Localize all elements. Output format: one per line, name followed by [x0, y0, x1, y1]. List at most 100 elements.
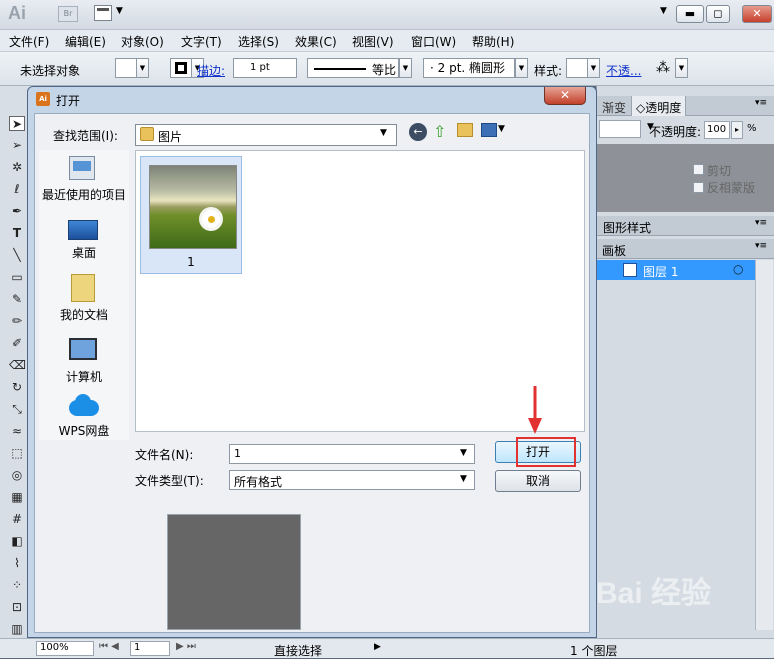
- fill-dropdown[interactable]: ▼: [136, 58, 149, 78]
- layers-menu-icon[interactable]: ▾≡: [755, 241, 767, 251]
- dialog-titlebar: Ai 打开 ✕: [28, 87, 596, 111]
- view-menu-icon[interactable]: [481, 123, 497, 137]
- tab-transparency[interactable]: ◇透明度: [631, 96, 687, 116]
- tab-graphic-styles[interactable]: 图形样式: [603, 219, 651, 236]
- symbol-sprayer-tool-icon[interactable]: ⁘: [9, 578, 25, 593]
- direct-selection-tool-icon[interactable]: ➢: [9, 138, 25, 153]
- stroke-weight-field[interactable]: 1 pt: [233, 58, 297, 78]
- layer-name[interactable]: 图层 1: [643, 263, 678, 280]
- minimize-button[interactable]: ▬: [676, 5, 704, 23]
- style-swatch[interactable]: [566, 58, 588, 78]
- artboard-select[interactable]: 1: [130, 641, 170, 656]
- magic-wand-icon[interactable]: ⁂: [656, 60, 670, 76]
- maximize-button[interactable]: ◻: [706, 5, 730, 23]
- profile-dropdown[interactable]: ▼: [399, 58, 412, 78]
- stroke-label-link[interactable]: 描边:: [197, 62, 225, 79]
- red-arrow-annotation: [528, 386, 542, 434]
- tab-artboards[interactable]: 画板: [602, 242, 626, 259]
- dialog-body: 查找范围(I): 图片 ▼ ← ⇧ ▼ 最近使用的项目 桌面 我的文档 计算机 …: [34, 113, 590, 633]
- opacity-dropdown[interactable]: ▸: [731, 121, 743, 139]
- variable-width-profile[interactable]: 等比: [307, 58, 399, 78]
- warp-tool-icon[interactable]: ≈: [9, 424, 25, 439]
- workspace-switcher-icon[interactable]: [94, 5, 112, 21]
- selection-tool-icon[interactable]: ➤: [9, 116, 25, 131]
- menu-select[interactable]: 选择(S): [238, 33, 279, 50]
- fill-swatch[interactable]: [115, 58, 137, 78]
- graphic-styles-menu-icon[interactable]: ▾≡: [755, 218, 767, 228]
- panel-menu-icon[interactable]: ▾≡: [755, 98, 767, 108]
- rotate-tool-icon[interactable]: ↻: [9, 380, 25, 395]
- layers-scrollbar[interactable]: [755, 260, 773, 630]
- eyedropper-tool-icon[interactable]: ⌇: [9, 556, 25, 571]
- free-transform-tool-icon[interactable]: ⬚: [9, 446, 25, 461]
- scale-tool-icon[interactable]: ⤡: [9, 402, 25, 417]
- tab-gradient[interactable]: 渐变: [602, 99, 626, 116]
- place-desktop[interactable]: 桌面: [39, 212, 129, 264]
- filetype-dropdown-icon[interactable]: ▼: [460, 474, 467, 484]
- layer-thumbnail: [623, 263, 637, 277]
- layer-target-icon[interactable]: ○: [733, 262, 743, 276]
- next-artboard-icon[interactable]: ▶ ⏭: [176, 641, 196, 652]
- menu-object[interactable]: 对象(O): [121, 33, 164, 50]
- filename-input[interactable]: 1 ▼: [229, 444, 475, 464]
- search-dropdown-icon[interactable]: ▼: [660, 6, 667, 16]
- close-window-button[interactable]: ✕: [742, 5, 772, 23]
- menu-file[interactable]: 文件(F): [9, 33, 49, 50]
- magic-wand-tool-icon[interactable]: ✲: [9, 160, 25, 175]
- dialog-close-button[interactable]: ✕: [544, 87, 586, 105]
- bridge-button[interactable]: Br: [58, 6, 78, 22]
- blend-mode-select[interactable]: [599, 120, 641, 138]
- file-item[interactable]: 1: [140, 156, 242, 274]
- place-documents[interactable]: 我的文档: [39, 270, 129, 326]
- view-menu-dropdown-icon[interactable]: ▼: [498, 124, 505, 134]
- place-computer[interactable]: 计算机: [39, 332, 129, 386]
- graph-tool-icon[interactable]: ▦: [9, 490, 25, 505]
- lookin-select[interactable]: 图片 ▼: [135, 124, 397, 146]
- pen-tool-icon[interactable]: ✒: [9, 204, 25, 219]
- back-icon[interactable]: ←: [409, 123, 427, 141]
- rectangle-tool-icon[interactable]: ▭: [9, 270, 25, 285]
- menu-window[interactable]: 窗口(W): [411, 33, 456, 50]
- filetype-select[interactable]: 所有格式 ▼: [229, 470, 475, 490]
- lookin-dropdown-icon[interactable]: ▼: [380, 128, 387, 138]
- place-wps-label: WPS网盘: [58, 424, 110, 438]
- clip-checkbox[interactable]: [693, 164, 704, 175]
- style-dropdown[interactable]: ▼: [587, 58, 600, 78]
- menu-effect[interactable]: 效果(C): [295, 33, 337, 50]
- eraser-tool-icon[interactable]: ⌫: [9, 358, 26, 373]
- up-folder-icon[interactable]: ⇧: [433, 122, 446, 141]
- layer-row[interactable]: 图层 1 ○: [597, 260, 755, 280]
- mesh-tool-icon[interactable]: #: [9, 512, 25, 527]
- type-tool-icon[interactable]: T: [9, 226, 25, 241]
- gradient-tool-icon[interactable]: ◧: [9, 534, 25, 549]
- cancel-button[interactable]: 取消: [495, 470, 581, 492]
- opacity-field[interactable]: 100: [704, 121, 730, 139]
- blob-brush-tool-icon[interactable]: ✐: [9, 336, 25, 351]
- invert-mask-checkbox[interactable]: [693, 182, 704, 193]
- first-artboard-icon[interactable]: ⏮ ◀: [99, 641, 119, 652]
- lasso-tool-icon[interactable]: ℓ: [9, 182, 25, 197]
- place-recent[interactable]: 最近使用的项目: [39, 150, 129, 206]
- filename-dropdown-icon[interactable]: ▼: [460, 448, 467, 458]
- place-wps-cloud[interactable]: WPS网盘: [39, 392, 129, 440]
- line-tool-icon[interactable]: ╲: [9, 248, 25, 263]
- options-dropdown[interactable]: ▼: [675, 58, 688, 78]
- opacity-link[interactable]: 不透...: [606, 62, 641, 79]
- zoom-select[interactable]: 100%: [36, 641, 94, 656]
- paintbrush-tool-icon[interactable]: ✎: [9, 292, 25, 307]
- status-menu-icon[interactable]: ▶: [374, 642, 381, 652]
- new-folder-icon[interactable]: [457, 123, 473, 137]
- workspace-dropdown-arrow[interactable]: ▼: [116, 6, 123, 16]
- menu-type[interactable]: 文字(T): [181, 33, 222, 50]
- brush-dropdown[interactable]: ▼: [515, 58, 528, 78]
- column-graph-tool-icon[interactable]: ▥: [9, 622, 25, 637]
- pencil-tool-icon[interactable]: ✏: [9, 314, 25, 329]
- stroke-swatch[interactable]: [170, 58, 192, 78]
- brush-definition[interactable]: · 2 pt. 椭圆形: [423, 58, 515, 78]
- menu-view[interactable]: 视图(V): [352, 33, 394, 50]
- menu-edit[interactable]: 编辑(E): [65, 33, 106, 50]
- places-bar: 最近使用的项目 桌面 我的文档 计算机 WPS网盘: [39, 150, 129, 440]
- shape-builder-tool-icon[interactable]: ◎: [9, 468, 25, 483]
- artboard-tool-icon[interactable]: ⊡: [9, 600, 25, 615]
- menu-help[interactable]: 帮助(H): [472, 33, 514, 50]
